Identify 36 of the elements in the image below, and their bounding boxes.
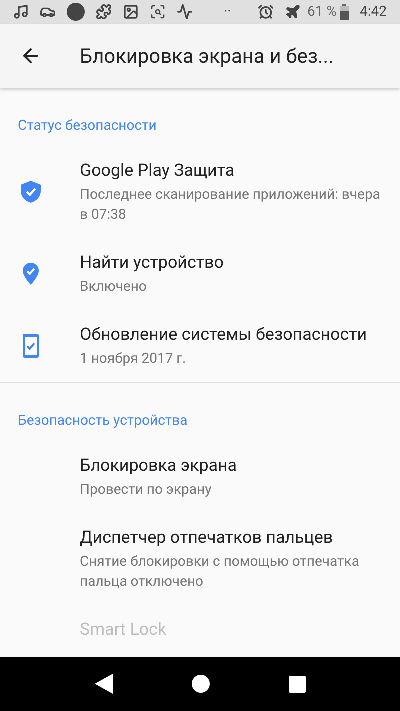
- item-subtitle: Провести по экрану: [80, 481, 213, 500]
- music-icon: [13, 4, 29, 20]
- home-icon[interactable]: [192, 675, 210, 693]
- more-notifications: ··: [224, 5, 232, 19]
- item-subtitle: Включено: [80, 278, 148, 297]
- clock: 4:42: [360, 2, 387, 22]
- toolbar-title: Блокировка экрана и без...: [80, 43, 334, 70]
- item-title: Блокировка экрана: [80, 455, 238, 478]
- puzzle-icon: [96, 4, 112, 20]
- activity-icon: [177, 4, 193, 20]
- item-title: Найти устройство: [80, 252, 224, 275]
- battery-percent: 61 %: [308, 2, 337, 22]
- item-title: Smart Lock: [80, 619, 167, 642]
- item-title: Диспетчер отпечатков пальцев: [80, 527, 334, 550]
- phone-check-icon: [23, 334, 39, 358]
- back-triangle-icon[interactable]: [94, 674, 112, 694]
- recents-icon[interactable]: [288, 676, 306, 692]
- settings-item[interactable]: Обновление системы безопасности 1 ноября 2017 г.: [0, 310, 400, 382]
- section-header: Безопасность устройства: [17, 412, 189, 431]
- item-subtitle: Последнее сканирование приложений: вчера в 07:38: [80, 186, 382, 225]
- item-title: Обновление системы безопасности: [80, 324, 368, 347]
- settings-item[interactable]: Найти устройство Включено: [0, 238, 400, 310]
- item-subtitle: 1 ноября 2017 г.: [80, 350, 188, 369]
- battery-icon: [340, 4, 349, 20]
- shield-check-icon: [20, 180, 42, 204]
- image-icon: [123, 4, 139, 20]
- item-title: Google Play Защита: [80, 160, 236, 183]
- alarm-icon: [258, 4, 274, 20]
- settings-item[interactable]: Google Play Защита Последнее сканирование приложений: вчера в 07:38: [0, 146, 400, 238]
- settings-item[interactable]: Блокировка экрана Провести по экрану: [0, 441, 400, 513]
- location-check-icon: [22, 262, 40, 286]
- circle-icon: [67, 3, 85, 21]
- item-subtitle: Снятие блокировки с помощью отпечатка пальца отключено: [80, 553, 360, 592]
- settings-item[interactable]: Диспетчер отпечатков пальцев Снятие блокировки с помощью отпечатка пальца отключено: [0, 513, 400, 605]
- section-header: Статус безопасности: [17, 117, 158, 136]
- airplane-icon: [284, 4, 301, 20]
